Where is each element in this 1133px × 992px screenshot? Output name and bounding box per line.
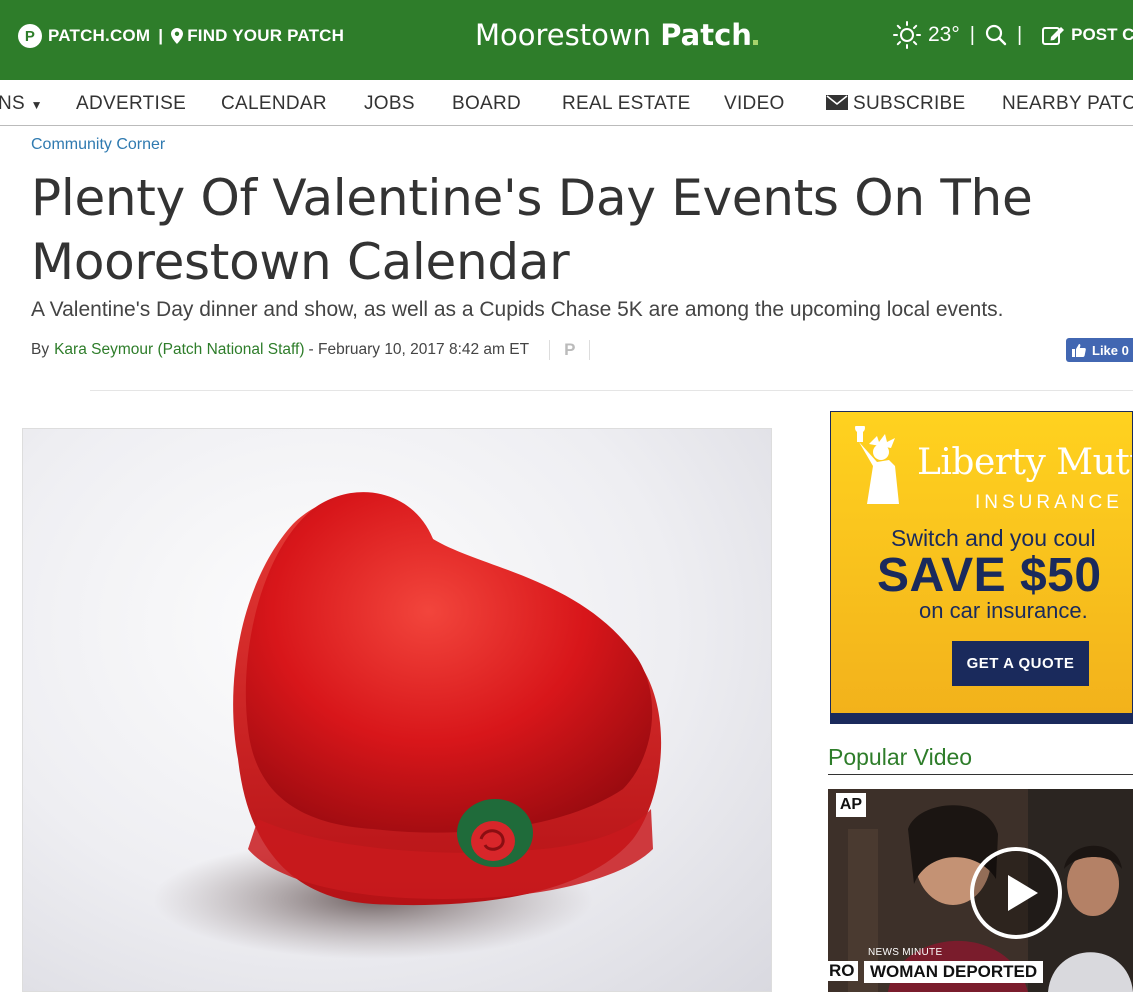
patch-badge-icon: P [549, 340, 591, 360]
popular-video-player[interactable]: AP NEWS MINUTE RO WOMAN DEPORTED [828, 789, 1133, 992]
header-separator-right-2: | [1016, 23, 1023, 46]
sun-weather-icon [893, 21, 921, 49]
patch-logo-icon[interactable]: P [18, 24, 42, 48]
location-pin-icon [171, 28, 184, 44]
popular-video-rule [828, 774, 1133, 775]
edit-icon [1042, 27, 1065, 45]
heart-box-photo [153, 492, 662, 959]
thumbs-up-icon [1072, 344, 1086, 357]
patch-com-link[interactable]: PATCH.COM [48, 26, 150, 46]
video-caption-left: RO [828, 961, 858, 981]
header-separator: | [158, 26, 164, 45]
header-separator-right: | [969, 23, 975, 46]
publish-date: - February 10, 2017 8:42 am ET [308, 341, 530, 358]
category-link[interactable]: Community Corner [31, 136, 165, 154]
nav-item-nearby-patches[interactable]: NEARBY PATC [1002, 93, 1133, 115]
like-label: Like 0 [1092, 342, 1129, 358]
brand-patch: Patch [660, 18, 752, 52]
brand-town: Moorestown [475, 18, 651, 52]
site-header: P PATCH.COM | FIND YOUR PATCH Moorestown… [0, 0, 1133, 80]
statue-of-liberty-icon [855, 426, 899, 504]
article-subheadline: A Valentine's Day dinner and show, as we… [31, 298, 1004, 321]
article-hero-image[interactable] [22, 428, 772, 992]
site-brand-logo[interactable]: Moorestown Patch [475, 18, 758, 52]
ad-bottom-stripe [831, 713, 1132, 723]
header-left-links: P PATCH.COM | FIND YOUR PATCH [18, 24, 344, 48]
ad-brand-name: Liberty Mutu [917, 442, 1133, 483]
article-headline: Plenty Of Valentine's Day Events On The … [31, 169, 1033, 291]
nav-item-video[interactable]: VIDEO [724, 93, 785, 115]
ad-save-text: SAVE $50 [877, 549, 1102, 602]
brand-dot-icon [752, 40, 758, 45]
ad-car-insurance-text: on car insurance. [919, 598, 1088, 623]
nav-item-subscribe[interactable]: SUBSCRIBE [826, 93, 966, 115]
post-label: POST C [1071, 25, 1133, 44]
nav-label: SUBSCRIBE [853, 93, 966, 114]
nav-item-calendar[interactable]: CALENDAR [221, 93, 327, 115]
nav-label: NS [0, 93, 25, 114]
ad-insurance-label: INSURANCE [975, 492, 1123, 513]
nav-item-board[interactable]: BOARD [452, 93, 521, 115]
main-nav: NS ▼ ADVERTISE CALENDAR JOBS BOARD REAL … [0, 80, 1133, 126]
video-caption: WOMAN DEPORTED [864, 961, 1044, 983]
nav-item-real-estate[interactable]: REAL ESTATE [562, 93, 691, 115]
facebook-like-button[interactable]: Like 0 [1066, 338, 1133, 362]
caret-down-icon: ▼ [30, 98, 43, 112]
header-divider [90, 390, 1133, 391]
temperature-readout[interactable]: 23° [928, 23, 960, 47]
video-kicker: NEWS MINUTE [868, 947, 943, 958]
envelope-icon [826, 95, 848, 110]
by-label: By [31, 341, 50, 358]
play-button-icon[interactable] [970, 847, 1062, 939]
nav-item-advertise[interactable]: ADVERTISE [76, 93, 186, 115]
author-link[interactable]: Kara Seymour (Patch National Staff) [54, 341, 304, 359]
nav-item-sections[interactable]: NS ▼ [0, 93, 43, 115]
ap-logo: AP [836, 793, 866, 817]
get-a-quote-button[interactable]: GET A QUOTE [952, 641, 1089, 686]
post-button[interactable]: POST C [1042, 24, 1133, 46]
nav-item-jobs[interactable]: JOBS [364, 93, 415, 115]
header-right-tools: 23° | | POST C [892, 20, 1133, 50]
popular-video-heading: Popular Video [828, 744, 973, 770]
find-your-patch-link[interactable]: FIND YOUR PATCH [187, 26, 344, 46]
article-byline: By Kara Seymour (Patch National Staff) -… [31, 340, 591, 360]
search-icon[interactable] [985, 24, 1007, 46]
liberty-mutual-ad[interactable]: Liberty Mutu INSURANCE Switch and you co… [830, 411, 1133, 724]
